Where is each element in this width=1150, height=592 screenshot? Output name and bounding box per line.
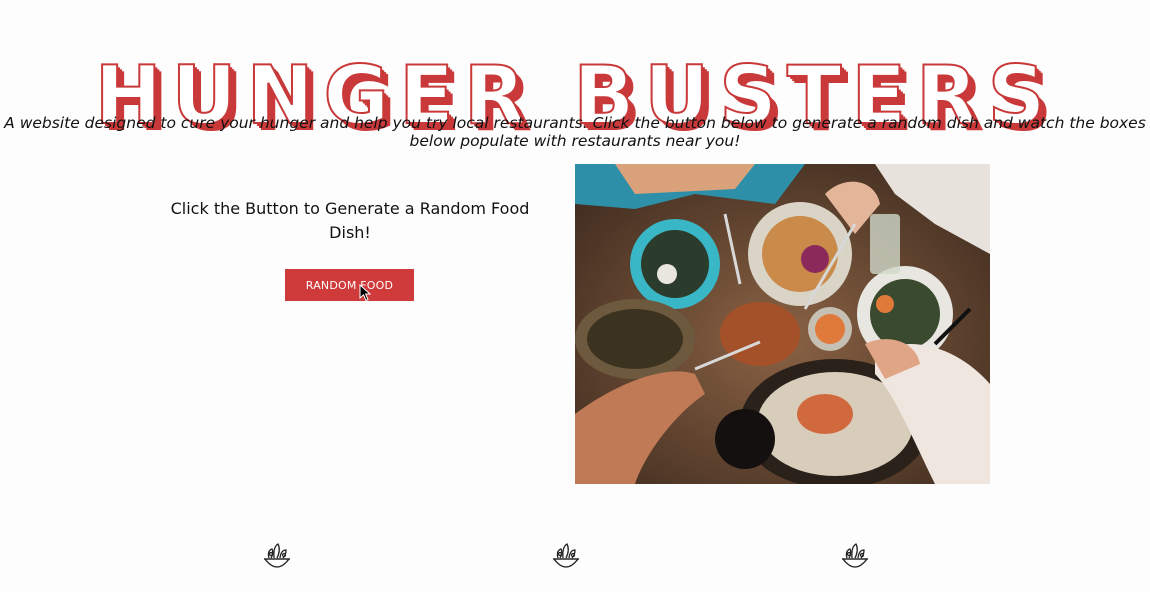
random-food-button[interactable]: RANDOM FOOD [285, 269, 414, 301]
salad-bowl-icon [552, 543, 580, 568]
food-photo [575, 164, 990, 484]
salad-bowl-icon [841, 543, 869, 568]
site-tagline: A website designed to cure your hunger a… [4, 114, 1146, 150]
salad-bowl-icon [263, 543, 291, 568]
generate-instructions: Click the Button to Generate a Random Fo… [170, 199, 530, 242]
mouse-cursor-icon [359, 284, 372, 302]
